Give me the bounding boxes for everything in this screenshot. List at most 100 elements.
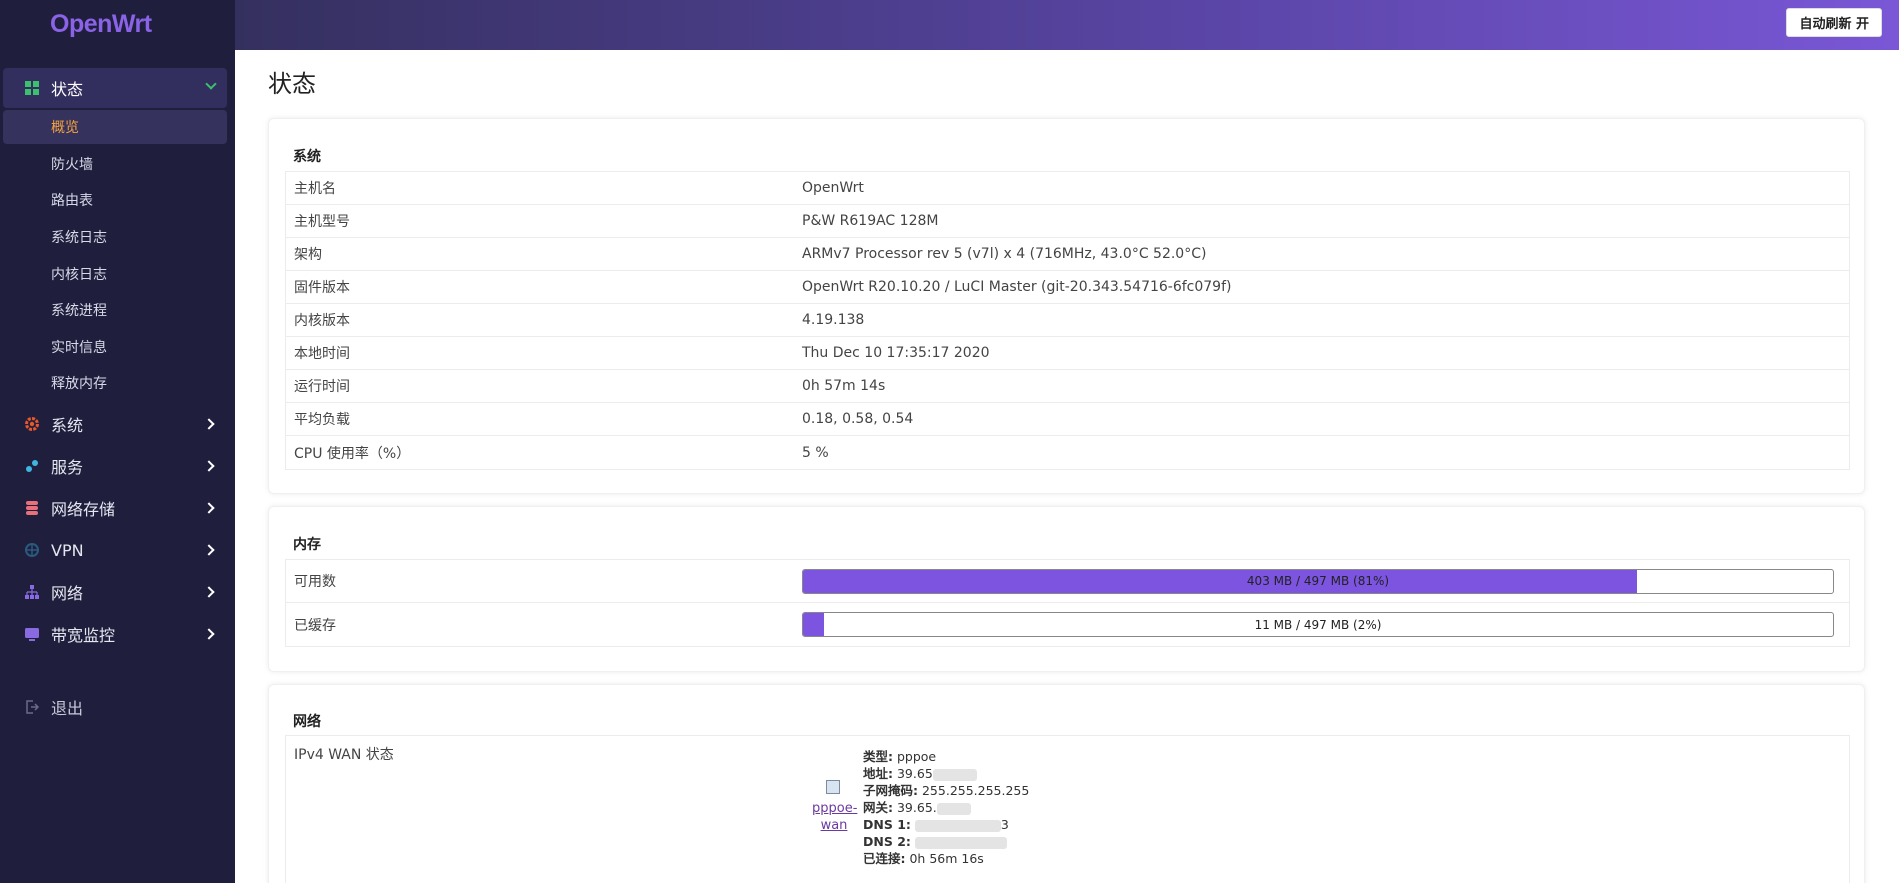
memory-available-progress: 403 MB / 497 MB (81%)	[802, 568, 1834, 594]
table-row: 运行时间 0h 57m 14s	[286, 370, 1849, 403]
chevron-right-icon	[203, 628, 215, 640]
chevron-right-icon	[203, 544, 215, 556]
database-icon	[24, 500, 40, 516]
table-row: CPU 使用率（%） 5 %	[286, 436, 1849, 469]
sidebar-item-status[interactable]: 状态	[3, 68, 227, 108]
progress-text: 11 MB / 497 MB (2%)	[1254, 617, 1382, 632]
openwrt-logo[interactable]: OpenWrt	[50, 10, 152, 39]
wan-status-label: IPv4 WAN 状态	[294, 747, 394, 763]
wan-dns1-value: 3	[1000, 817, 1009, 832]
sidebar-subitem-syslog[interactable]: 系统日志	[3, 220, 227, 254]
sidebar-item-label: 退出	[51, 699, 84, 718]
network-table: IPv4 WAN 状态 pppoe-wan 类型: pppoe 地址: 39.6…	[285, 735, 1850, 883]
row-value: OpenWrt R20.10.20 / LuCI Master (git-20.…	[802, 279, 1232, 295]
wan-netmask-value: 255.255.255.255	[921, 783, 1030, 798]
chevron-right-icon	[203, 418, 215, 430]
row-value: ARMv7 Processor rev 5 (v7l) x 4 (716MHz,…	[802, 246, 1207, 262]
sidebar-item-label: 网络存储	[51, 500, 116, 519]
sidebar-item-label: VPN	[51, 540, 84, 560]
network-heading: 网络	[293, 714, 321, 730]
sidebar-subitem-free-memory[interactable]: 释放内存	[3, 366, 227, 400]
sidebar-item-label: 系统	[51, 416, 84, 435]
row-key: CPU 使用率（%）	[294, 445, 411, 462]
sidebar-subitem-processes[interactable]: 系统进程	[3, 293, 227, 327]
row-key: 运行时间	[294, 379, 350, 395]
sidebar-subitem-firewall[interactable]: 防火墙	[3, 147, 227, 181]
logout-icon	[24, 699, 40, 715]
memory-table: 可用数 403 MB / 497 MB (81%) 已缓存 11 MB / 49…	[285, 559, 1850, 647]
table-row: 平均负载 0.18, 0.58, 0.54	[286, 403, 1849, 436]
progress-text: 403 MB / 497 MB (81%)	[1246, 574, 1390, 588]
network-card: 网络 IPv4 WAN 状态 pppoe-wan 类型: pppoe 地址: 3…	[268, 684, 1865, 883]
sidebar-item-label: 网络	[51, 584, 84, 603]
row-key: 已缓存	[294, 617, 336, 634]
sidebar-item-vpn[interactable]: VPN	[0, 530, 235, 570]
wan-gateway-value: 39.65.	[896, 800, 937, 815]
network-icon	[24, 584, 40, 600]
table-row: 架构 ARMv7 Processor rev 5 (v7l) x 4 (716MH…	[286, 238, 1849, 271]
monitor-icon	[24, 626, 40, 642]
table-row: 已缓存 11 MB / 497 MB (2%)	[286, 603, 1849, 646]
wan-netmask-label: 子网掩码:	[863, 783, 918, 798]
row-key: 架构	[294, 247, 322, 263]
ethernet-port-icon	[826, 780, 840, 794]
sidebar: OpenWrt 状态 概览 防火墙 路由表 系统日志 内核日志 系统进程 实时信…	[0, 0, 235, 883]
gear-icon	[24, 416, 40, 432]
chevron-right-icon	[203, 460, 215, 472]
page-title: 状态	[268, 70, 316, 98]
wan-interface-link[interactable]: pppoe-wan	[812, 800, 857, 834]
row-key: 内核版本	[294, 313, 350, 329]
vpn-icon	[24, 542, 40, 558]
sidebar-item-network[interactable]: 网络	[0, 572, 235, 612]
wan-address-value: 39.65	[896, 766, 933, 781]
sidebar-item-system[interactable]: 系统	[0, 404, 235, 444]
redacted-block	[914, 836, 1007, 849]
table-row: 主机名 OpenWrt	[286, 172, 1849, 205]
row-value: 0.18, 0.58, 0.54	[802, 411, 914, 427]
sidebar-subitem-realtime[interactable]: 实时信息	[3, 330, 227, 364]
system-card: 系统 主机名 OpenWrt 主机型号 P&W R619AC 128M 架构 ARMv…	[268, 118, 1865, 494]
sidebar-subitem-kernel-log[interactable]: 内核日志	[3, 257, 227, 291]
sidebar-subitem-overview[interactable]: 概览	[3, 110, 227, 144]
wan-connected-label: 已连接:	[863, 851, 906, 866]
table-row: 主机型号 P&W R619AC 128M	[286, 205, 1849, 238]
wan-dns2-label: DNS 2:	[863, 834, 911, 849]
row-key: 主机型号	[294, 214, 350, 230]
top-header: 自动刷新 开	[235, 0, 1899, 50]
sidebar-item-nas[interactable]: 网络存储	[0, 488, 235, 528]
wan-address-label: 地址:	[863, 766, 893, 781]
system-heading: 系统	[293, 149, 321, 165]
chevron-right-icon	[203, 502, 215, 514]
memory-heading: 内存	[293, 537, 321, 553]
table-row: 固件版本 OpenWrt R20.10.20 / LuCI Master (git…	[286, 271, 1849, 304]
chevron-right-icon	[203, 586, 215, 598]
row-key: 本地时间	[294, 346, 350, 362]
sidebar-item-label: 服务	[51, 458, 84, 477]
table-row: 内核版本 4.19.138	[286, 304, 1849, 337]
sidebar-item-bandwidth[interactable]: 带宽监控	[0, 614, 235, 654]
wan-type-label: 类型:	[863, 749, 893, 764]
row-value: 4.19.138	[802, 312, 865, 328]
table-row: 本地时间 Thu Dec 10 17:35:17 2020	[286, 337, 1849, 370]
wan-type-value: pppoe	[896, 749, 937, 764]
sidebar-item-services[interactable]: 服务	[0, 446, 235, 486]
memory-card: 内存 可用数 403 MB / 497 MB (81%) 已缓存 11 MB /…	[268, 506, 1865, 672]
sidebar-item-label: 状态	[51, 80, 84, 99]
auto-refresh-button[interactable]: 自动刷新 开	[1786, 8, 1882, 37]
wan-connected-value: 0h 56m 16s	[909, 851, 984, 866]
table-row: 可用数 403 MB / 497 MB (81%)	[286, 560, 1849, 603]
row-key: 固件版本	[294, 280, 350, 296]
row-key: 可用数	[294, 574, 336, 590]
sidebar-item-label: 带宽监控	[51, 626, 116, 645]
wan-details: 类型: pppoe 地址: 39.65 子网掩码: 255.255.255.25…	[863, 748, 1029, 867]
redacted-block	[932, 768, 977, 781]
memory-cached-progress: 11 MB / 497 MB (2%)	[802, 612, 1834, 637]
row-key: 平均负载	[294, 412, 350, 428]
sidebar-item-logout[interactable]: 退出	[0, 687, 235, 727]
redacted-block	[936, 802, 971, 815]
row-value: P&W R619AC 128M	[802, 213, 939, 229]
redacted-block	[914, 819, 1001, 832]
dashboard-icon	[25, 81, 39, 95]
sidebar-subitem-routes[interactable]: 路由表	[3, 183, 227, 217]
row-value: 0h 57m 14s	[802, 378, 886, 394]
